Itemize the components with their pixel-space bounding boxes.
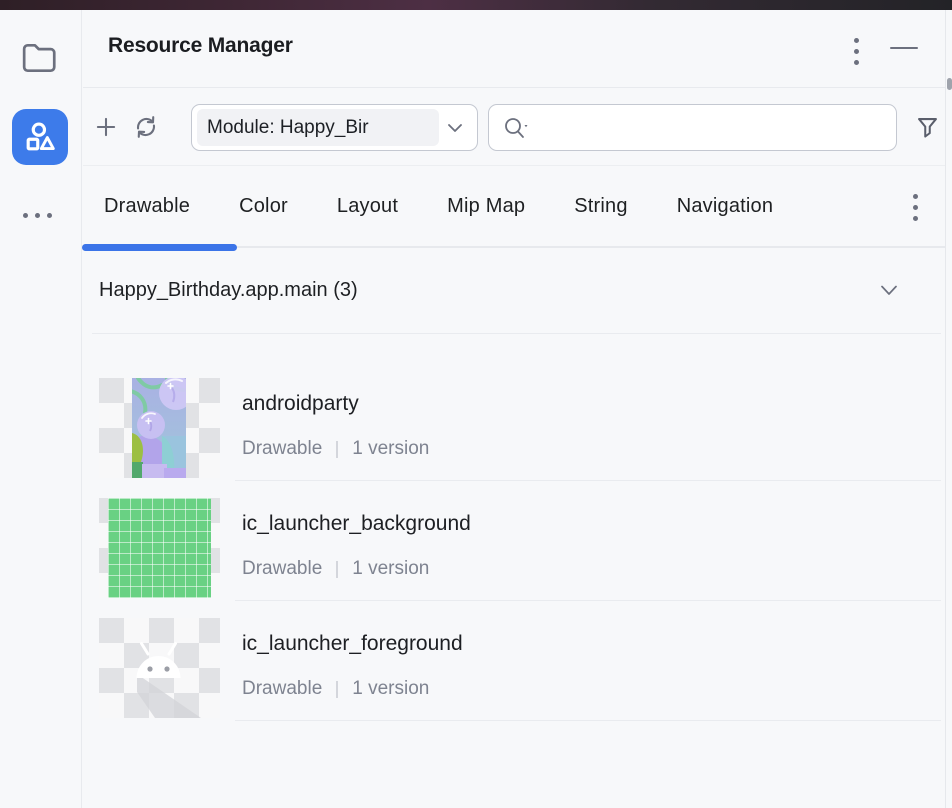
group-title: Happy_Birthday.app.main (3) <box>99 279 358 302</box>
resource-type: Drawable <box>242 438 322 460</box>
resource-versions: 1 version <box>352 438 429 460</box>
more-tabs-button[interactable] <box>903 188 927 226</box>
module-dropdown-value: Module: Happy_Bir <box>207 117 369 139</box>
panel-header: Resource Manager <box>83 10 945 88</box>
scrollbar-track[interactable] <box>945 10 952 808</box>
resource-name: ic_launcher_foreground <box>242 632 463 656</box>
panel-options-button[interactable] <box>843 32 869 70</box>
meta-separator <box>336 441 338 458</box>
resource-meta: Drawable 1 version <box>242 558 429 580</box>
divider <box>235 480 941 481</box>
divider <box>92 333 941 334</box>
tab-layout[interactable]: Layout <box>337 195 398 218</box>
sidebar-item-more[interactable] <box>23 208 59 222</box>
sidebar-item-resource-manager[interactable] <box>12 109 68 165</box>
folder-icon <box>21 42 59 74</box>
refresh-button[interactable] <box>130 111 162 143</box>
refresh-icon <box>132 113 160 141</box>
resource-manager-panel: Resource Manager <box>0 0 952 808</box>
resource-name: androidparty <box>242 392 359 416</box>
kebab-menu-icon <box>913 194 918 221</box>
resource-versions: 1 version <box>352 678 429 700</box>
resource-type: Drawable <box>242 558 322 580</box>
minimize-icon <box>890 47 918 49</box>
resource-thumbnail <box>99 498 220 598</box>
ellipsis-icon <box>23 213 52 218</box>
tab-color[interactable]: Color <box>239 195 288 218</box>
resource-group-header[interactable]: Happy_Birthday.app.main (3) <box>83 249 945 334</box>
resource-versions: 1 version <box>352 558 429 580</box>
add-resource-button[interactable] <box>90 111 122 143</box>
resource-type-tabs: Drawable Color Layout Mip Map String Nav… <box>83 166 945 248</box>
resource-row-ic-launcher-background[interactable]: ic_launcher_background Drawable 1 versio… <box>0 498 952 618</box>
resource-row-ic-launcher-foreground[interactable]: ic_launcher_foreground Drawable 1 versio… <box>0 618 952 738</box>
search-input[interactable] <box>540 105 896 150</box>
sidebar-item-project[interactable] <box>21 42 59 74</box>
tab-mip-map[interactable]: Mip Map <box>447 195 525 218</box>
android-robot-artwork <box>99 618 220 718</box>
resource-name: ic_launcher_background <box>242 512 471 536</box>
chevron-down-icon <box>445 121 465 135</box>
tab-drawable[interactable]: Drawable <box>104 195 190 218</box>
page-title: Resource Manager <box>108 34 293 58</box>
resource-toolbar: Module: Happy_Bir <box>83 88 945 166</box>
module-dropdown[interactable]: Module: Happy_Bir <box>191 104 478 151</box>
resource-thumbnail <box>99 618 220 718</box>
search-field[interactable] <box>488 104 897 151</box>
meta-separator <box>336 561 338 578</box>
divider <box>235 720 941 721</box>
chevron-down-icon[interactable] <box>878 283 900 298</box>
search-icon <box>502 115 532 141</box>
resource-thumbnail <box>99 378 220 478</box>
filter-icon <box>914 114 941 141</box>
window-title-bar <box>0 0 952 10</box>
resource-row-androidparty[interactable]: androidparty Drawable 1 version <box>0 378 952 498</box>
resource-type: Drawable <box>242 678 322 700</box>
resource-meta: Drawable 1 version <box>242 438 429 460</box>
resource-manager-icon <box>22 119 58 155</box>
filter-button[interactable] <box>911 111 943 143</box>
kebab-menu-icon <box>854 38 859 65</box>
androidparty-artwork <box>132 378 186 478</box>
scrollbar-thumb[interactable] <box>947 78 952 90</box>
divider <box>235 600 941 601</box>
meta-separator <box>336 681 338 698</box>
tab-navigation[interactable]: Navigation <box>677 195 774 218</box>
resource-meta: Drawable 1 version <box>242 678 429 700</box>
tab-string[interactable]: String <box>574 195 627 218</box>
plus-icon <box>93 114 119 140</box>
hide-panel-button[interactable] <box>886 30 922 66</box>
green-grid-artwork <box>108 498 211 598</box>
tab-list: Drawable Color Layout Mip Map String Nav… <box>104 166 773 246</box>
